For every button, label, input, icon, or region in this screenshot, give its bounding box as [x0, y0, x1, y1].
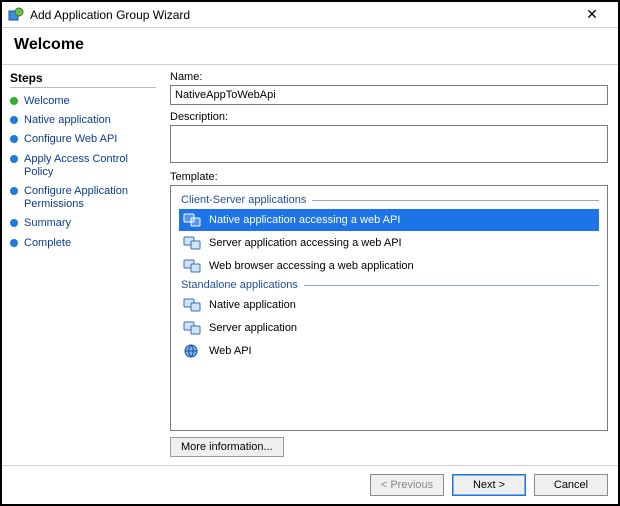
template-list[interactable]: Client-Server applications Native applica… — [170, 185, 608, 431]
step-bullet-icon — [10, 97, 18, 105]
description-input[interactable] — [170, 125, 608, 163]
divider — [304, 285, 599, 286]
web-api-icon — [183, 343, 201, 359]
template-item-server-app[interactable]: Server application — [179, 317, 599, 339]
step-item[interactable]: Configure Web API — [10, 130, 156, 149]
template-group-title: Standalone applications — [181, 279, 599, 291]
template-item-web-api[interactable]: Web API — [179, 340, 599, 362]
step-item[interactable]: Complete — [10, 234, 156, 253]
more-info-button[interactable]: More information... — [170, 437, 284, 457]
wizard-body: Steps Welcome Native application Configure… — [2, 64, 618, 465]
template-item-label: Server application accessing a web API — [209, 237, 402, 249]
step-label: Apply Access Control Policy — [24, 153, 156, 179]
step-label: Summary — [24, 217, 156, 230]
template-item-native-app[interactable]: Native application — [179, 294, 599, 316]
app-icon — [8, 7, 24, 23]
step-item[interactable]: Native application — [10, 111, 156, 130]
native-webapi-icon — [183, 212, 201, 228]
titlebar: Add Application Group Wizard ✕ — [2, 2, 618, 28]
template-label: Template: — [170, 171, 608, 183]
step-item[interactable]: Welcome — [10, 92, 156, 111]
description-label: Description: — [170, 111, 608, 123]
name-label: Name: — [170, 71, 608, 83]
step-bullet-icon — [10, 219, 18, 227]
step-bullet-icon — [10, 116, 18, 124]
template-group-label: Client-Server applications — [181, 194, 306, 206]
server-webapi-icon — [183, 235, 201, 251]
page-title: Welcome — [2, 28, 618, 64]
template-item-label: Web API — [209, 345, 252, 357]
name-input[interactable] — [170, 85, 608, 105]
step-item[interactable]: Summary — [10, 214, 156, 233]
step-item[interactable]: Configure Application Permissions — [10, 182, 156, 214]
step-label: Configure Application Permissions — [24, 185, 156, 211]
browser-webapp-icon — [183, 258, 201, 274]
template-item-native-to-webapi[interactable]: Native application accessing a web API — [179, 209, 599, 231]
wizard-window: Add Application Group Wizard ✕ Welcome S… — [0, 0, 620, 506]
steps-list: Welcome Native application Configure Web A… — [10, 92, 156, 253]
server-app-icon — [183, 320, 201, 336]
steps-heading: Steps — [10, 71, 156, 88]
template-item-label: Server application — [209, 322, 297, 334]
footer: < Previous Next > Cancel — [2, 465, 618, 504]
template-group-label: Standalone applications — [181, 279, 298, 291]
template-item-label: Native application accessing a web API — [209, 214, 400, 226]
window-title: Add Application Group Wizard — [30, 8, 572, 22]
steps-panel: Steps Welcome Native application Configure… — [2, 65, 160, 465]
step-bullet-icon — [10, 135, 18, 143]
step-label: Complete — [24, 237, 156, 250]
template-group-title: Client-Server applications — [181, 194, 599, 206]
close-button[interactable]: ✕ — [572, 6, 612, 23]
step-bullet-icon — [10, 155, 18, 163]
next-button[interactable]: Next > — [452, 474, 526, 496]
step-bullet-icon — [10, 239, 18, 247]
step-label: Native application — [24, 114, 156, 127]
step-label: Configure Web API — [24, 133, 156, 146]
template-item-browser-webapp[interactable]: Web browser accessing a web application — [179, 255, 599, 277]
step-bullet-icon — [10, 187, 18, 195]
cancel-button[interactable]: Cancel — [534, 474, 608, 496]
divider — [312, 200, 599, 201]
native-app-icon — [183, 297, 201, 313]
main-panel: Name: Description: Template: Client-Serv… — [160, 65, 618, 465]
previous-button: < Previous — [370, 474, 444, 496]
step-item[interactable]: Apply Access Control Policy — [10, 150, 156, 182]
template-item-label: Web browser accessing a web application — [209, 260, 414, 272]
template-item-label: Native application — [209, 299, 296, 311]
step-label: Welcome — [24, 95, 156, 108]
template-item-server-to-webapi[interactable]: Server application accessing a web API — [179, 232, 599, 254]
